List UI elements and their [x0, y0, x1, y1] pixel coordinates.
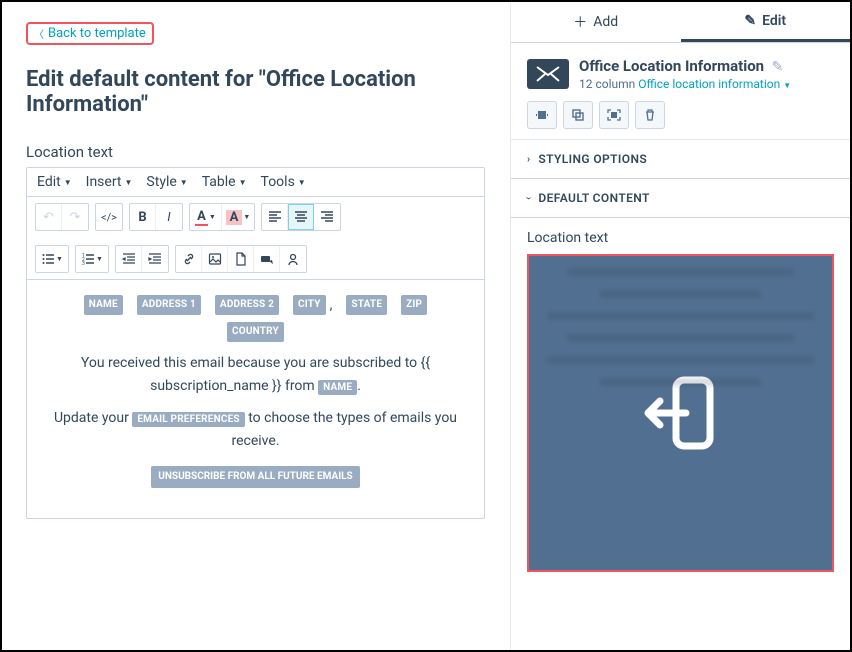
tab-bar: ＋ Add ✎ Edit: [511, 2, 850, 43]
token-state[interactable]: STATE: [346, 295, 387, 315]
token-name-inline[interactable]: NAME: [318, 380, 357, 395]
chevron-down-icon: ▼: [783, 81, 791, 90]
link-button[interactable]: [176, 246, 202, 272]
delete-button[interactable]: [635, 101, 665, 129]
editor-toolbar: ↶ ↷ </> B I A▼ A▼ ▼: [27, 197, 484, 280]
chevron-down-icon: ▼: [180, 178, 188, 187]
menu-insert[interactable]: Insert▼: [86, 174, 133, 190]
editor-content[interactable]: NAME ADDRESS 1 ADDRESS 2 CITY, STATE ZIP…: [27, 280, 484, 518]
module-title: Office Location Information: [579, 57, 764, 75]
menu-table[interactable]: Table▼: [202, 174, 247, 190]
unsubscribe-token[interactable]: UNSUBSCRIBE FROM ALL FUTURE EMAILS: [151, 466, 359, 488]
module-subtitle: 12 column Office location information ▼: [579, 77, 791, 91]
source-code-button[interactable]: </>: [96, 204, 122, 230]
inspector-panel: ＋ Add ✎ Edit Office Location Information…: [510, 2, 850, 650]
align-left-button[interactable]: [262, 204, 288, 230]
content-preview[interactable]: [527, 254, 834, 572]
swap-button[interactable]: [527, 101, 557, 129]
tab-edit[interactable]: ✎ Edit: [681, 2, 851, 42]
image-button[interactable]: [202, 246, 228, 272]
menu-tools[interactable]: Tools▼: [261, 174, 306, 190]
svg-text:3: 3: [82, 261, 85, 266]
numbered-list-button[interactable]: 123▼: [76, 246, 108, 272]
back-link[interactable]: 〈 Back to template: [26, 22, 154, 45]
chevron-down-icon: ▼: [209, 213, 216, 221]
editor-panel: 〈 Back to template Edit default content …: [2, 2, 510, 650]
chevron-down-icon: ›: [523, 196, 534, 199]
rich-text-editor: Edit▼ Insert▼ Style▼ Table▼ Tools▼ ↶ ↷ <…: [26, 167, 485, 519]
chevron-down-icon: ▼: [239, 178, 247, 187]
indent-button[interactable]: [142, 246, 168, 272]
editor-paragraph: Update your EMAIL PREFERENCES to choose …: [43, 407, 468, 452]
undo-button[interactable]: ↶: [36, 204, 62, 230]
bullet-list-button[interactable]: ▼: [36, 246, 68, 272]
rename-button[interactable]: ✎: [772, 59, 784, 75]
chevron-left-icon: 〈: [34, 26, 44, 41]
align-center-button[interactable]: [288, 204, 314, 230]
envelope-icon: [527, 59, 569, 89]
chevron-down-icon: ▼: [298, 178, 306, 187]
italic-button[interactable]: I: [156, 204, 182, 230]
menu-style[interactable]: Style▼: [146, 174, 187, 190]
token-address2[interactable]: ADDRESS 2: [215, 295, 279, 315]
group-button[interactable]: [599, 101, 629, 129]
token-name[interactable]: NAME: [84, 295, 123, 315]
preview-section: Location text: [511, 218, 850, 584]
back-link-label: Back to template: [48, 26, 146, 41]
accordion-styling[interactable]: › STYLING OPTIONS: [511, 140, 850, 179]
module-header: Office Location Information ✎ 12 column …: [511, 43, 850, 140]
menu-edit[interactable]: Edit▼: [37, 174, 72, 190]
file-button[interactable]: [228, 246, 254, 272]
highlight-button[interactable]: A▼: [222, 204, 254, 230]
accordion-default-content[interactable]: › DEFAULT CONTENT: [511, 179, 850, 218]
plus-icon: ＋: [573, 12, 587, 32]
chevron-down-icon: ▼: [56, 255, 63, 263]
pencil-icon: ✎: [744, 13, 756, 29]
editor-paragraph: You received this email because you are …: [43, 352, 468, 397]
clone-button[interactable]: [563, 101, 593, 129]
token-country[interactable]: COUNTRY: [227, 322, 284, 342]
tab-add[interactable]: ＋ Add: [511, 2, 681, 42]
chevron-down-icon: ▼: [243, 213, 250, 221]
page-title: Edit default content for "Office Locatio…: [26, 67, 485, 117]
personalize-button[interactable]: [280, 246, 306, 272]
editor-menubar: Edit▼ Insert▼ Style▼ Table▼ Tools▼: [27, 168, 484, 197]
token-address1[interactable]: ADDRESS 1: [137, 295, 201, 315]
token-zip[interactable]: ZIP: [401, 295, 427, 315]
cta-button[interactable]: [254, 246, 280, 272]
bold-button[interactable]: B: [130, 204, 156, 230]
preview-label: Location text: [527, 230, 834, 246]
field-label-location-text: Location text: [26, 143, 485, 161]
module-link[interactable]: Office location information ▼: [638, 77, 791, 91]
chevron-right-icon: ›: [527, 154, 530, 165]
token-email-prefs[interactable]: EMAIL PREFERENCES: [132, 412, 244, 427]
chevron-down-icon: ▼: [96, 255, 103, 263]
redo-button[interactable]: ↷: [62, 204, 88, 230]
chevron-down-icon: ▼: [64, 178, 72, 187]
outdent-button[interactable]: [116, 246, 142, 272]
align-right-button[interactable]: [314, 204, 340, 230]
module-actions: [527, 101, 834, 129]
text-color-button[interactable]: A▼: [190, 204, 222, 230]
chevron-down-icon: ▼: [125, 178, 133, 187]
blurred-preview-content: [529, 268, 832, 386]
token-city[interactable]: CITY: [293, 295, 326, 315]
